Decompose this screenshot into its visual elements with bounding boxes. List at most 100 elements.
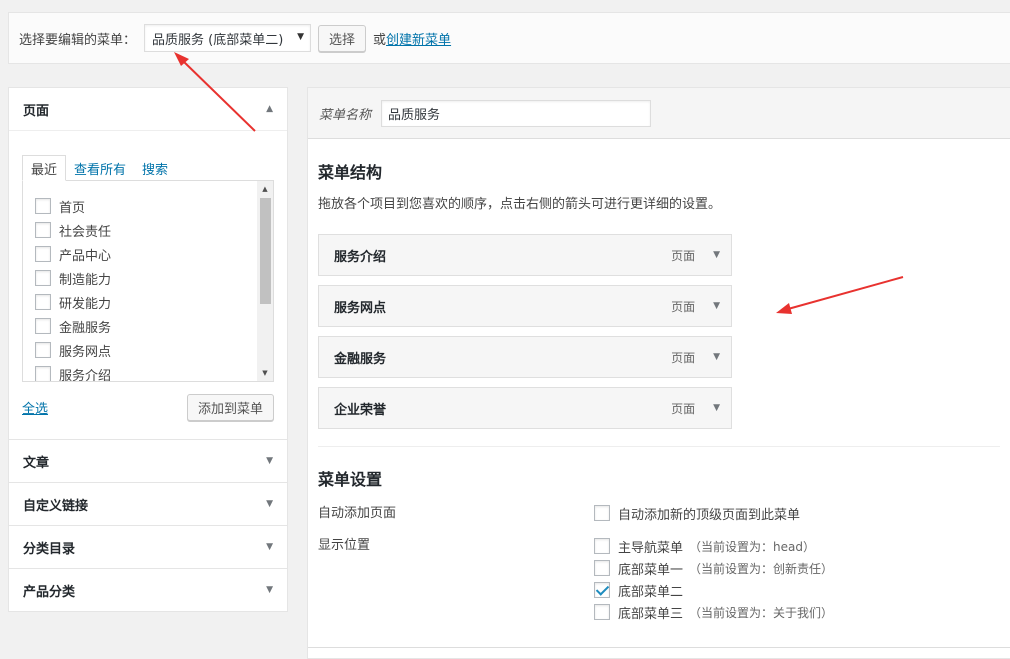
page-item-checkbox[interactable] (35, 270, 51, 286)
expand-down-icon[interactable]: ▼ (713, 250, 720, 260)
location-option[interactable]: 底部菜单二 (594, 579, 1000, 601)
expand-down-icon[interactable]: ▼ (713, 352, 720, 362)
location-option[interactable]: 底部菜单三 （当前设置为：关于我们） (594, 601, 1000, 623)
expand-down-icon[interactable]: ▼ (713, 403, 720, 413)
tab-view-all[interactable]: 查看所有 (66, 155, 134, 181)
auto-add-checkbox[interactable] (594, 505, 610, 521)
menu-item-type: 页面 (671, 350, 696, 365)
page-item-label: 产品中心 (59, 248, 112, 264)
bottom-divider (308, 647, 1010, 648)
location-checkbox[interactable] (594, 538, 610, 554)
menu-item[interactable]: 服务网点 页面 ▼ (318, 285, 732, 327)
page-item[interactable]: 社会责任 (35, 218, 273, 242)
auto-add-option-label: 自动添加新的顶级页面到此菜单 (618, 507, 801, 523)
location-checkbox[interactable] (594, 604, 610, 620)
location-name: 主导航菜单 (618, 540, 684, 556)
auto-add-label: 自动添加页面 (318, 506, 397, 521)
page-item[interactable]: 首页 (35, 194, 273, 218)
menu-item-type: 页面 (671, 299, 696, 314)
location-checkbox[interactable] (594, 560, 610, 576)
pages-checklist: 首页社会责任产品中心制造能力研发能力金融服务服务网点服务介绍 ▲ ▼ (22, 180, 274, 382)
collapsed-box-header[interactable]: 文章 ▼ (8, 440, 288, 483)
expand-down-icon[interactable]: ▼ (266, 542, 273, 552)
page-item-checkbox[interactable] (35, 222, 51, 238)
menu-settings-title: 菜单设置 (318, 470, 383, 489)
page-item-checkbox[interactable] (35, 366, 51, 381)
page-item[interactable]: 服务介绍 (35, 362, 273, 382)
page-item[interactable]: 研发能力 (35, 290, 273, 314)
page-item-label: 服务网点 (59, 344, 112, 360)
collapsed-box-header[interactable]: 自定义链接 ▼ (8, 483, 288, 526)
menu-structure-description: 拖放各个项目到您喜欢的顺序，点击右侧的箭头可进行更详细的设置。 (318, 197, 722, 212)
menu-item-title: 服务网点 (334, 300, 387, 316)
expand-down-icon[interactable]: ▼ (266, 499, 273, 509)
page-item[interactable]: 制造能力 (35, 266, 273, 290)
collapsed-box-title: 自定义链接 (23, 498, 89, 514)
expand-down-icon[interactable]: ▼ (713, 301, 720, 311)
pages-box-title: 页面 (23, 103, 50, 119)
page-item-checkbox[interactable] (35, 294, 51, 310)
dropdown-arrow-icon: ▼ (297, 32, 305, 42)
menu-item-title: 服务介绍 (334, 249, 387, 265)
page-item-checkbox[interactable] (35, 318, 51, 334)
location-note: （当前设置为：创新责任） (689, 561, 834, 576)
page-item[interactable]: 产品中心 (35, 242, 273, 266)
collapsed-box-title: 产品分类 (23, 584, 76, 600)
page-item-label: 首页 (59, 200, 86, 216)
menu-name-row: 菜单名称 品质服务 (308, 88, 1010, 139)
collapsed-box-header[interactable]: 分类目录 ▼ (8, 526, 288, 569)
pages-box: 页面 ▲ 最近 查看所有 搜索 首页社会责任产品中心制造能力研发能力金融服务服务… (8, 87, 288, 440)
add-to-menu-button[interactable]: 添加到菜单 (186, 394, 274, 421)
location-checkbox[interactable] (594, 582, 610, 598)
tab-recent[interactable]: 最近 (22, 155, 67, 181)
collapsed-box-title: 分类目录 (23, 541, 76, 557)
add-menu-items-column: 页面 ▲ 最近 查看所有 搜索 首页社会责任产品中心制造能力研发能力金融服务服务… (8, 87, 288, 612)
collapse-up-icon[interactable]: ▲ (266, 104, 273, 114)
location-option[interactable]: 主导航菜单 （当前设置为：head） (594, 535, 1000, 557)
menu-item-type: 页面 (671, 248, 696, 263)
scroll-up-icon[interactable]: ▲ (257, 181, 273, 197)
expand-down-icon[interactable]: ▼ (266, 456, 273, 466)
menu-select-value: 品质服务 (底部菜单二) (152, 32, 284, 48)
page-item-label: 社会责任 (59, 224, 112, 240)
scroll-thumb[interactable] (260, 198, 271, 304)
expand-down-icon[interactable]: ▼ (266, 585, 273, 595)
page-item[interactable]: 服务网点 (35, 338, 273, 362)
menu-select-label: 选择要编辑的菜单： (19, 32, 137, 48)
menu-name-label: 菜单名称 (319, 107, 372, 123)
menu-name-input[interactable]: 品质服务 (381, 99, 652, 127)
tab-search[interactable]: 搜索 (134, 155, 176, 181)
menu-item-type: 页面 (671, 401, 696, 416)
auto-add-option[interactable]: 自动添加新的顶级页面到此菜单 (594, 502, 1000, 524)
page-item-label: 制造能力 (59, 272, 112, 288)
display-location-label: 显示位置 (318, 538, 371, 553)
menu-item-title: 金融服务 (334, 351, 387, 367)
location-note: （当前设置为：关于我们） (689, 605, 834, 620)
or-text: 或 (373, 32, 387, 48)
page-item-checkbox[interactable] (35, 246, 51, 262)
page-item-label: 服务介绍 (59, 368, 112, 382)
menu-select-dropdown[interactable]: 品质服务 (底部菜单二) ▼ (144, 24, 312, 52)
pages-scrollbar[interactable]: ▲ ▼ (257, 181, 273, 381)
menu-item[interactable]: 企业荣誉 页面 ▼ (318, 387, 732, 429)
page-item-label: 金融服务 (59, 320, 112, 336)
select-button[interactable]: 选择 (318, 24, 367, 52)
page-item-checkbox[interactable] (35, 342, 51, 358)
create-new-menu-link[interactable]: 创建新菜单 (386, 29, 451, 48)
location-note: （当前设置为：head） (689, 539, 815, 554)
pages-box-header[interactable]: 页面 ▲ (9, 88, 287, 131)
scroll-down-icon[interactable]: ▼ (257, 365, 273, 381)
location-name: 底部菜单一 (618, 562, 684, 578)
page-item-checkbox[interactable] (35, 198, 51, 214)
menu-management-column: 菜单名称 品质服务 菜单结构 拖放各个项目到您喜欢的顺序，点击右侧的箭头可进行更… (307, 87, 1010, 659)
select-all-link[interactable]: 全选 (22, 398, 48, 417)
menu-item[interactable]: 服务介绍 页面 ▼ (318, 234, 732, 276)
collapsed-box-header[interactable]: 产品分类 ▼ (8, 569, 288, 612)
location-name: 底部菜单三 (618, 606, 684, 622)
collapsed-box-title: 文章 (23, 455, 50, 471)
menu-item[interactable]: 金融服务 页面 ▼ (318, 336, 732, 378)
location-name: 底部菜单二 (618, 584, 684, 600)
location-option[interactable]: 底部菜单一 （当前设置为：创新责任） (594, 557, 1000, 579)
page-item[interactable]: 金融服务 (35, 314, 273, 338)
menu-select-bar: 选择要编辑的菜单： 品质服务 (底部菜单二) ▼ 选择 或 创建新菜单 (8, 12, 1010, 64)
